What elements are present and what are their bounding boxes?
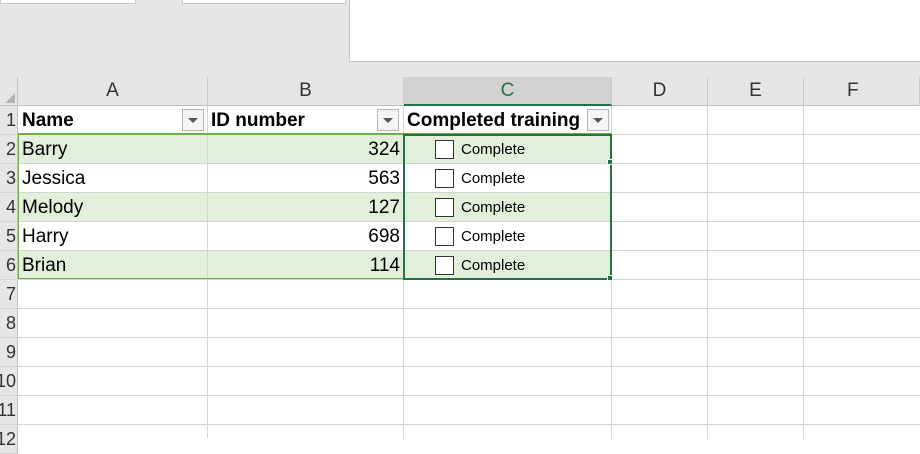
checkbox-cell[interactable]: Complete xyxy=(404,222,610,251)
name-cell[interactable]: Barry xyxy=(18,135,207,164)
name-cell[interactable]: Harry xyxy=(18,222,207,251)
header-cell-id[interactable]: ID number xyxy=(208,106,376,135)
column-header-c[interactable]: C xyxy=(404,77,612,106)
gridline xyxy=(18,366,920,367)
formula-controls[interactable] xyxy=(182,0,346,4)
row-header-2[interactable]: 2 xyxy=(0,135,18,164)
row-header-1[interactable]: 1 xyxy=(0,106,18,135)
row-header-11[interactable]: 11 xyxy=(0,396,18,425)
row-header-8[interactable]: 8 xyxy=(0,309,18,338)
gridline xyxy=(612,134,920,135)
gridline xyxy=(18,337,920,338)
checkbox-cell[interactable]: Complete xyxy=(404,193,610,222)
id-cell[interactable]: 324 xyxy=(208,135,403,164)
header-cell-training[interactable]: Completed training xyxy=(404,106,587,135)
filter-dropdown-training[interactable] xyxy=(587,109,609,131)
checkbox[interactable] xyxy=(435,169,454,188)
select-all-button[interactable] xyxy=(0,77,18,106)
column-header-e[interactable]: E xyxy=(708,77,804,106)
row-header-12[interactable]: 12 xyxy=(0,425,18,454)
column-header-d[interactable]: D xyxy=(612,77,708,106)
selection-handle[interactable] xyxy=(607,159,613,165)
filter-arrow-icon xyxy=(383,117,393,123)
checkbox[interactable] xyxy=(435,256,454,275)
id-cell[interactable]: 698 xyxy=(208,222,403,251)
header-cell-name[interactable]: Name xyxy=(18,106,183,135)
formula-bar[interactable] xyxy=(349,0,920,62)
id-cell[interactable]: 127 xyxy=(208,193,403,222)
gridline xyxy=(18,308,920,309)
gridline xyxy=(611,106,612,438)
row-header-9[interactable]: 9 xyxy=(0,338,18,367)
filter-arrow-icon xyxy=(593,117,603,123)
gridline xyxy=(18,424,920,425)
fill-handle[interactable] xyxy=(607,275,613,281)
row-header-10[interactable]: 10 xyxy=(0,367,18,396)
name-cell[interactable]: Melody xyxy=(18,193,207,222)
checkbox-cell[interactable]: Complete xyxy=(404,164,610,193)
filter-dropdown-name[interactable] xyxy=(182,109,204,131)
gridline xyxy=(18,395,920,396)
id-cell[interactable]: 563 xyxy=(208,164,403,193)
checkbox-cell[interactable]: Complete xyxy=(404,135,610,164)
row-header-3[interactable]: 3 xyxy=(0,164,18,193)
checkbox-label[interactable]: Complete xyxy=(461,141,525,158)
row-header-7[interactable]: 7 xyxy=(0,280,18,309)
checkbox-label[interactable]: Complete xyxy=(461,199,525,216)
checkbox-label[interactable]: Complete xyxy=(461,228,525,245)
checkbox[interactable] xyxy=(435,140,454,159)
gridline xyxy=(803,106,804,438)
id-cell[interactable]: 114 xyxy=(208,251,403,280)
column-header-b[interactable]: B xyxy=(208,77,404,106)
gridline xyxy=(707,106,708,438)
column-header-a[interactable]: A xyxy=(18,77,208,106)
row-header-6[interactable]: 6 xyxy=(0,251,18,280)
checkbox[interactable] xyxy=(435,198,454,217)
name-cell[interactable]: Jessica xyxy=(18,164,207,193)
checkbox-label[interactable]: Complete xyxy=(461,257,525,274)
name-box[interactable] xyxy=(0,0,136,4)
row-header-4[interactable]: 4 xyxy=(0,193,18,222)
name-cell[interactable]: Brian xyxy=(18,251,207,280)
checkbox-cell[interactable]: Complete xyxy=(404,251,610,280)
ribbon-area xyxy=(0,0,920,77)
checkbox-label[interactable]: Complete xyxy=(461,170,525,187)
checkbox[interactable] xyxy=(435,227,454,246)
filter-arrow-icon xyxy=(188,117,198,123)
filter-dropdown-id[interactable] xyxy=(377,109,399,131)
select-all-icon xyxy=(5,93,15,103)
row-header-5[interactable]: 5 xyxy=(0,222,18,251)
column-header-f[interactable]: F xyxy=(804,77,920,106)
